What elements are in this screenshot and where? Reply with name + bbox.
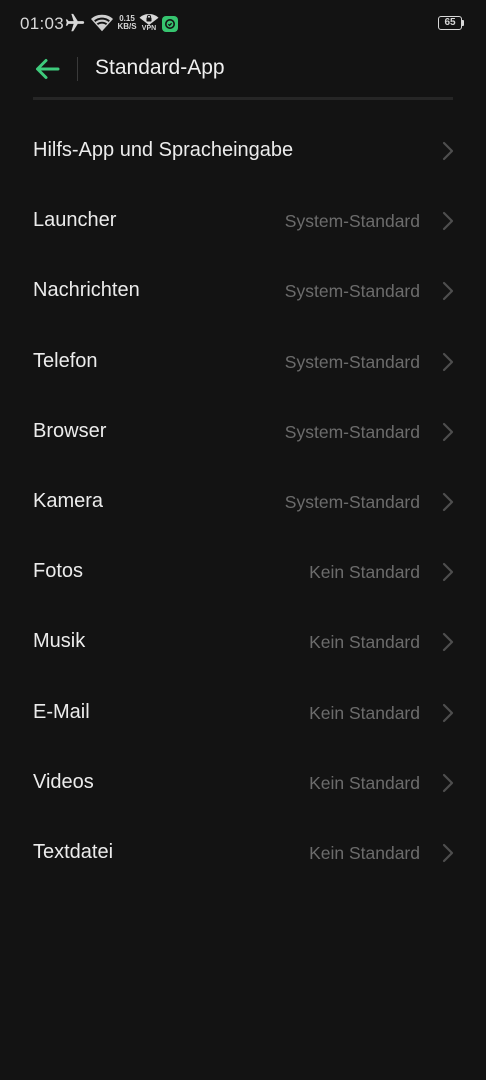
default-apps-list: Hilfs-App und Spracheingabe Launcher Sys… — [0, 115, 486, 887]
screen: 01:03 0.15 KB/S VPN 65 Standard-App Hilf… — [0, 0, 486, 1080]
battery-icon: 65 — [438, 16, 462, 30]
list-item-label: Fotos — [33, 560, 84, 583]
list-item-email[interactable]: E-Mail Kein Standard — [0, 677, 486, 747]
list-item-value: Kein Standard — [309, 772, 420, 793]
list-item-value: System-Standard — [284, 211, 420, 232]
vpn-label: VPN — [141, 25, 157, 32]
vpn-icon: VPN — [139, 13, 159, 35]
battery-tip — [462, 20, 464, 26]
battery-level: 65 — [444, 17, 456, 28]
list-item-text-file[interactable]: Textdatei Kein Standard — [0, 817, 486, 887]
list-item-value: System-Standard — [284, 351, 420, 372]
page-title: Standard-App — [95, 56, 225, 79]
list-item-label: Launcher — [33, 209, 117, 232]
list-item-value: System-Standard — [284, 421, 420, 442]
list-item-browser[interactable]: Browser System-Standard — [0, 396, 486, 466]
status-time: 01:03 — [20, 14, 65, 33]
list-item-value: Kein Standard — [309, 842, 420, 863]
list-item-assist-app[interactable]: Hilfs-App und Spracheingabe — [0, 115, 486, 185]
list-item-launcher[interactable]: Launcher System-Standard — [0, 185, 486, 255]
chevron-right-icon — [442, 492, 454, 512]
header-divider — [77, 57, 78, 81]
list-item-phone[interactable]: Telefon System-Standard — [0, 326, 486, 396]
list-item-value: System-Standard — [284, 491, 420, 512]
chevron-right-icon — [442, 703, 454, 722]
chevron-right-icon — [442, 212, 454, 231]
list-item-value: Kein Standard — [309, 632, 420, 653]
list-item-value: Kein Standard — [309, 562, 420, 583]
chevron-right-icon — [442, 141, 454, 161]
list-item-value: System-Standard — [284, 281, 420, 302]
chevron-right-icon — [442, 633, 454, 652]
network-speed-unit: KB/S — [117, 22, 137, 31]
list-item-label: Musik — [33, 630, 86, 653]
list-item-label: Kamera — [33, 489, 104, 512]
chevron-right-icon — [442, 282, 454, 301]
status-bar: 01:03 0.15 KB/S VPN 65 — [0, 0, 486, 48]
list-item-label: Telefon — [33, 349, 98, 372]
network-speed: 0.15 KB/S — [116, 15, 138, 31]
list-item-label: E-Mail — [33, 700, 90, 723]
list-item-label: Nachrichten — [33, 279, 140, 302]
app-notification-icon — [162, 16, 178, 32]
airplane-icon — [64, 12, 86, 39]
list-item-label: Browser — [33, 419, 107, 442]
app-header: Standard-App — [0, 48, 486, 90]
wifi-icon — [91, 12, 113, 39]
list-item-photos[interactable]: Fotos Kein Standard — [0, 536, 486, 606]
arrow-left-icon — [36, 59, 60, 79]
chevron-right-icon — [442, 563, 454, 582]
back-button[interactable] — [30, 54, 64, 84]
list-item-music[interactable]: Musik Kein Standard — [0, 606, 486, 676]
list-item-videos[interactable]: Videos Kein Standard — [0, 747, 486, 817]
list-item-label: Hilfs-App und Spracheingabe — [33, 139, 294, 161]
chevron-right-icon — [442, 422, 454, 441]
top-divider — [33, 97, 453, 100]
chevron-right-icon — [442, 773, 454, 792]
list-item-value: Kein Standard — [309, 702, 420, 723]
list-item-messages[interactable]: Nachrichten System-Standard — [0, 255, 486, 325]
chevron-right-icon — [442, 352, 454, 371]
list-item-label: Videos — [33, 770, 94, 793]
chevron-right-icon — [442, 843, 454, 862]
list-item-camera[interactable]: Kamera System-Standard — [0, 466, 486, 536]
list-item-label: Textdatei — [33, 840, 114, 863]
